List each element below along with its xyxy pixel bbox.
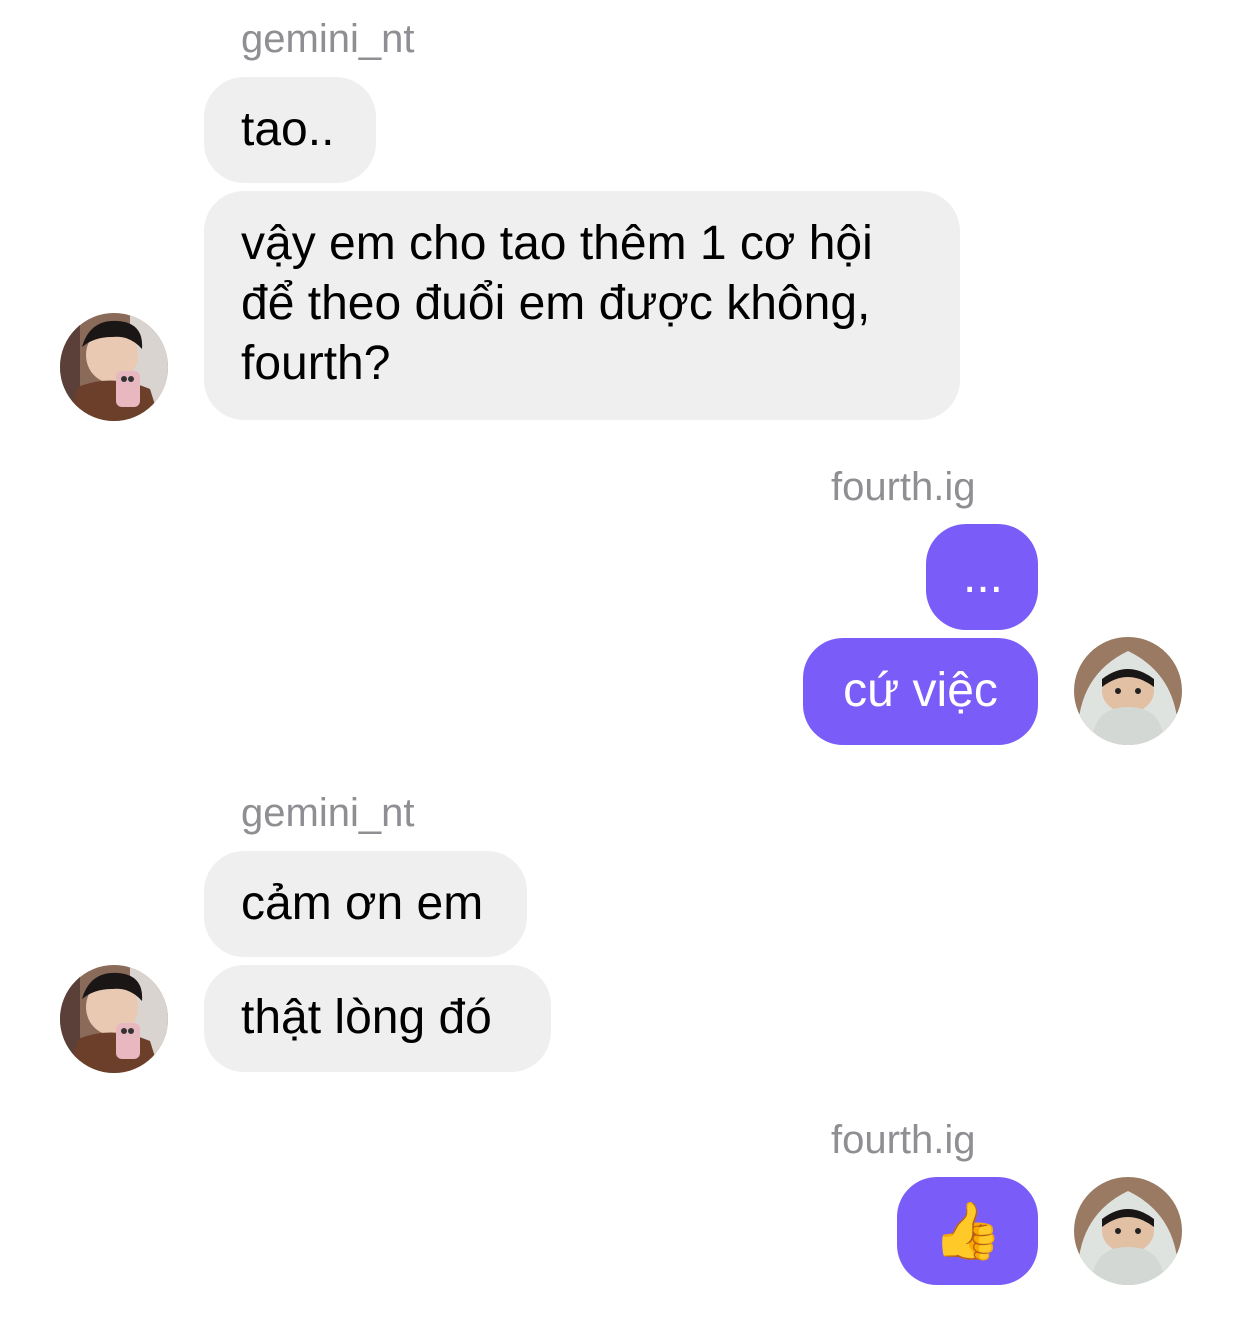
- avatar-fourth-icon: [1074, 1177, 1182, 1285]
- avatar-gemini-icon: [60, 313, 168, 421]
- message-bubble-outgoing[interactable]: ...: [926, 524, 1038, 630]
- message-text: cứ việc: [843, 664, 998, 717]
- avatar-gemini[interactable]: [60, 965, 168, 1073]
- avatar-gemini[interactable]: [60, 313, 168, 421]
- message-text-line-1: vậy em cho tao thêm 1 cơ hội: [241, 217, 873, 270]
- message-text-line-2: để theo đuổi em được không,: [241, 277, 871, 330]
- message-text: cảm ơn em: [241, 877, 484, 930]
- message-bubble-incoming[interactable]: cảm ơn em: [204, 851, 527, 957]
- message-text-line-3: fourth?: [241, 337, 391, 390]
- avatar-fourth-icon: [1074, 637, 1182, 745]
- sender-name-gemini: gemini_nt: [241, 17, 415, 61]
- sender-name-fourth: fourth.ig: [831, 465, 976, 509]
- sender-name-gemini: gemini_nt: [241, 791, 415, 835]
- message-bubble-outgoing[interactable]: cứ việc: [803, 638, 1038, 745]
- message-bubble-incoming[interactable]: vậy em cho tao thêm 1 cơ hội để theo đuổ…: [204, 191, 960, 420]
- avatar-gemini-icon: [60, 965, 168, 1073]
- message-bubble-outgoing[interactable]: 👍: [897, 1177, 1038, 1285]
- message-text: ...: [963, 550, 1004, 603]
- message-bubble-incoming[interactable]: tao..: [204, 77, 376, 183]
- avatar-fourth[interactable]: [1074, 1177, 1182, 1285]
- sender-name-fourth: fourth.ig: [831, 1118, 976, 1162]
- message-text: thật lòng đó: [241, 991, 492, 1044]
- avatar-fourth[interactable]: [1074, 637, 1182, 745]
- message-bubble-incoming[interactable]: thật lòng đó: [204, 965, 551, 1072]
- message-text: tao..: [241, 103, 335, 156]
- thumbs-up-icon: 👍: [932, 1199, 1003, 1262]
